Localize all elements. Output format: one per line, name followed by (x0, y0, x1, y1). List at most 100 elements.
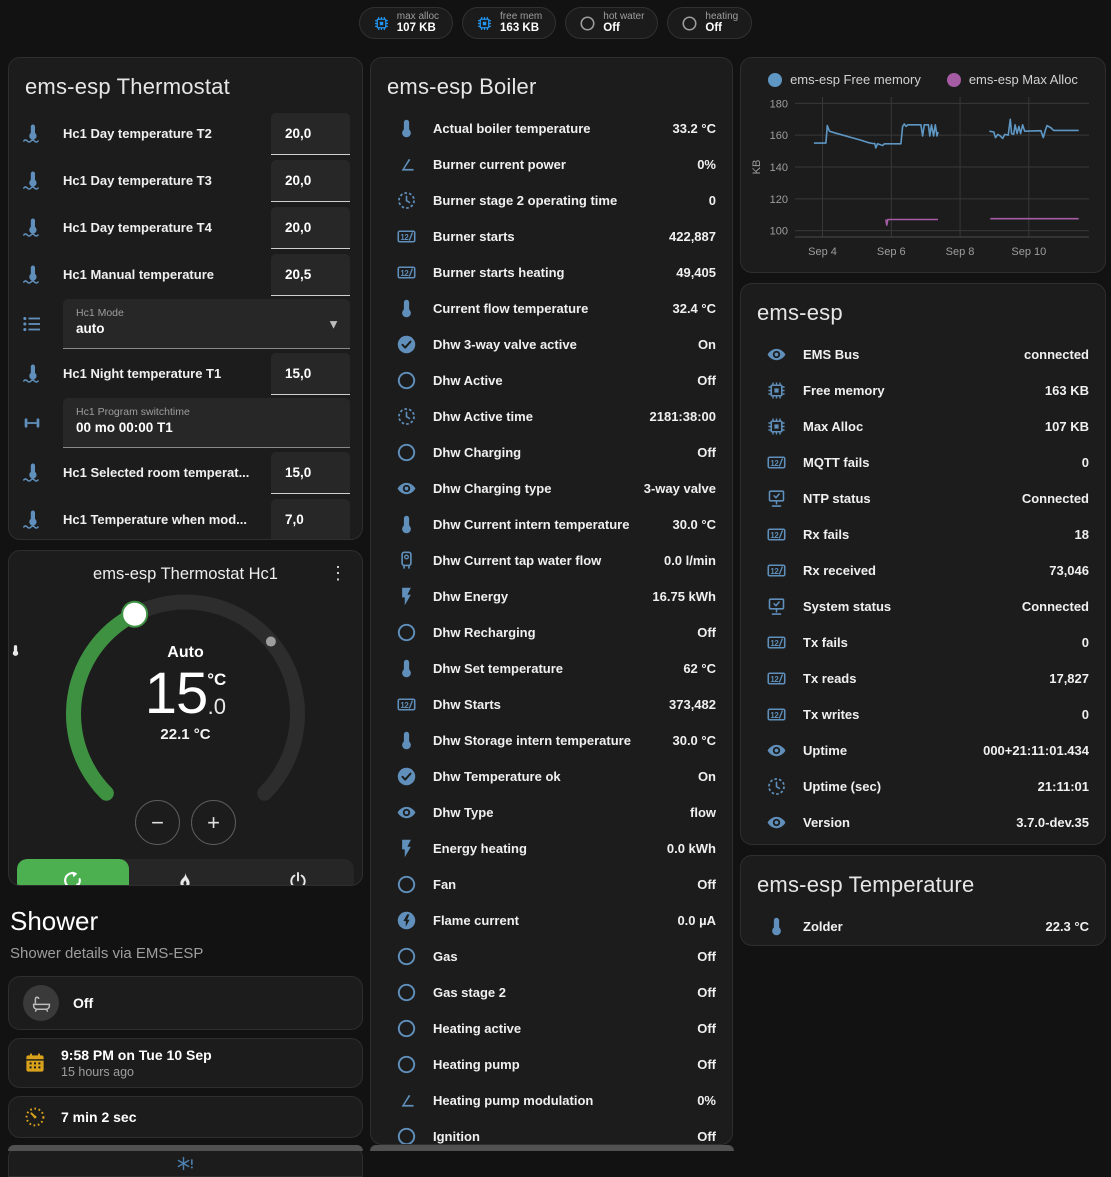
entity-row[interactable]: Heating active Off (371, 1010, 732, 1046)
entity-row[interactable]: Dhw Current tap water flow 0.0 l/min (371, 542, 732, 578)
entity-label: Rx fails (803, 527, 1067, 542)
bathtub-icon (31, 993, 52, 1014)
entity-label: Heating pump (433, 1057, 689, 1072)
legend-item[interactable]: ems-esp Max Alloc (947, 72, 1078, 87)
entity-row[interactable]: Dhw Charging Off (371, 434, 732, 470)
number-input[interactable]: 15,0 (271, 452, 350, 494)
entity-row[interactable]: NTP status Connected (741, 480, 1105, 516)
entity-row[interactable]: Dhw Set temperature 62 °C (371, 650, 732, 686)
shower-item[interactable]: 9:58 PM on Tue 10 Sep 15 hours ago (8, 1038, 363, 1088)
thermometer-water-icon (21, 462, 43, 484)
entity-label: Ignition (433, 1129, 689, 1144)
entity-row[interactable]: Rx fails 18 (741, 516, 1105, 552)
shower-item[interactable]: Off (8, 976, 363, 1030)
entity-row[interactable]: System status Connected (741, 588, 1105, 624)
entity-row[interactable]: Rx received 73,046 (741, 552, 1105, 588)
entity-row[interactable]: EMS Bus connected (741, 336, 1105, 372)
entity-value: 33.2 °C (672, 121, 716, 136)
status-chip[interactable]: heating Off (667, 7, 752, 39)
more-options-icon[interactable]: ⋮ (326, 563, 350, 584)
shower-item[interactable]: 7 min 2 sec (8, 1096, 363, 1138)
number-input[interactable]: 20,5 (271, 254, 350, 296)
hvac-mode-button-power[interactable] (242, 859, 354, 886)
entity-row[interactable]: Dhw Energy 16.75 kWh (371, 578, 732, 614)
hvac-mode-button-auto-mode[interactable] (17, 859, 129, 886)
entity-value: 0.0 µA (677, 913, 716, 928)
number-input[interactable]: 15,0 (271, 353, 350, 395)
entity-row[interactable]: Burner stage 2 operating time 0 (371, 182, 732, 218)
entity-value: Off (697, 373, 716, 388)
thermometer-icon (766, 916, 787, 937)
entity-row: Hc1 Day temperature T2 20,0 (9, 110, 362, 157)
entity-row[interactable]: Burner current power 0% (371, 146, 732, 182)
power-icon (287, 870, 309, 886)
entity-row[interactable]: Dhw Charging type 3-way valve (371, 470, 732, 506)
entity-row[interactable]: Uptime (sec) 21:11:01 (741, 768, 1105, 804)
dial-knob[interactable] (122, 602, 147, 627)
entity-row[interactable]: Ignition Off (371, 1118, 732, 1145)
entity-row[interactable]: Dhw Type flow (371, 794, 732, 830)
number-input[interactable]: 20,0 (271, 160, 350, 202)
text-input[interactable]: Hc1 Program switchtime 00 mo 00:00 T1 (63, 398, 350, 448)
thermostat-dial-arc[interactable] (9, 586, 362, 826)
mode-select[interactable]: Hc1 Mode auto▼ (63, 299, 350, 349)
entity-row[interactable]: Flame current 0.0 µA (371, 902, 732, 938)
entity-row[interactable]: Tx writes 0 (741, 696, 1105, 732)
entity-row[interactable]: Gas Off (371, 938, 732, 974)
entity-row[interactable]: Dhw Storage intern temperature 30.0 °C (371, 722, 732, 758)
number-input[interactable]: 20,0 (271, 113, 350, 155)
entity-label: Version (803, 815, 1008, 830)
entity-row[interactable]: Dhw 3-way valve active On (371, 326, 732, 362)
entity-label: Dhw Starts (433, 697, 661, 712)
entity-row[interactable]: Gas stage 2 Off (371, 974, 732, 1010)
entity-row[interactable]: Dhw Starts 373,482 (371, 686, 732, 722)
entity-row[interactable]: Free memory 163 KB (741, 372, 1105, 408)
entity-value: flow (690, 805, 716, 820)
entity-label: Dhw Active (433, 373, 689, 388)
number-input[interactable]: 20,0 (271, 207, 350, 249)
circle-icon (681, 15, 698, 32)
entity-row[interactable]: Heating pump modulation 0% (371, 1082, 732, 1118)
entity-row[interactable]: Current flow temperature 32.4 °C (371, 290, 732, 326)
thermostat-hc1-card: ems-esp Thermostat Hc1 ⋮ Auto 15 °C .0 2… (8, 550, 363, 886)
entity-row[interactable]: MQTT fails 0 (741, 444, 1105, 480)
entity-value: 17,827 (1049, 671, 1089, 686)
entity-row[interactable]: Burner starts 422,887 (371, 218, 732, 254)
legend-item[interactable]: ems-esp Free memory (768, 72, 921, 87)
status-chip[interactable]: hot water Off (565, 7, 658, 39)
entity-row[interactable]: Dhw Active Off (371, 362, 732, 398)
angle-icon (396, 154, 417, 175)
entity-row[interactable]: Dhw Current intern temperature 30.0 °C (371, 506, 732, 542)
status-chip[interactable]: max alloc 107 KB (359, 7, 453, 39)
entity-row[interactable]: Burner starts heating 49,405 (371, 254, 732, 290)
thermometer-water-icon (21, 123, 43, 145)
temp-decrease-button[interactable]: − (135, 800, 180, 845)
entity-label: Heating active (433, 1021, 689, 1036)
temp-increase-button[interactable]: + (191, 800, 236, 845)
entity-row[interactable]: Actual boiler temperature 33.2 °C (371, 110, 732, 146)
entity-row[interactable]: Uptime 000+21:11:01.434 (741, 732, 1105, 768)
circle-icon (396, 370, 417, 391)
chip-icon (373, 15, 390, 32)
entity-label: Hc1 Day temperature T2 (63, 126, 271, 141)
status-chip[interactable]: free mem 163 KB (462, 7, 556, 39)
chip-label: heating (705, 11, 738, 22)
entity-row[interactable]: Dhw Active time 2181:38:00 (371, 398, 732, 434)
temperature-card: ems-esp Temperature Zolder 22.3 °C (740, 855, 1106, 946)
entity-row[interactable]: Dhw Recharging Off (371, 614, 732, 650)
entity-row[interactable]: Max Alloc 107 KB (741, 408, 1105, 444)
entity-value: 163 KB (1045, 383, 1089, 398)
entity-value: 30.0 °C (672, 733, 716, 748)
entity-row[interactable]: Zolder 22.3 °C (741, 908, 1105, 944)
entity-row[interactable]: Version 3.7.0-dev.35 (741, 804, 1105, 840)
memory-history-chart: 100120140160180Sep 4Sep 6Sep 8Sep 10KB (749, 91, 1097, 269)
entity-row[interactable]: Dhw Temperature ok On (371, 758, 732, 794)
number-input[interactable]: 7,0 (271, 499, 350, 541)
entity-row[interactable]: Tx fails 0 (741, 624, 1105, 660)
entity-row[interactable]: Energy heating 0.0 kWh (371, 830, 732, 866)
entity-row[interactable]: Heating pump Off (371, 1046, 732, 1082)
entity-row[interactable]: Tx reads 17,827 (741, 660, 1105, 696)
entity-row[interactable]: Fan Off (371, 866, 732, 902)
entity-value: 73,046 (1049, 563, 1089, 578)
hvac-mode-button-fire[interactable] (129, 859, 241, 886)
